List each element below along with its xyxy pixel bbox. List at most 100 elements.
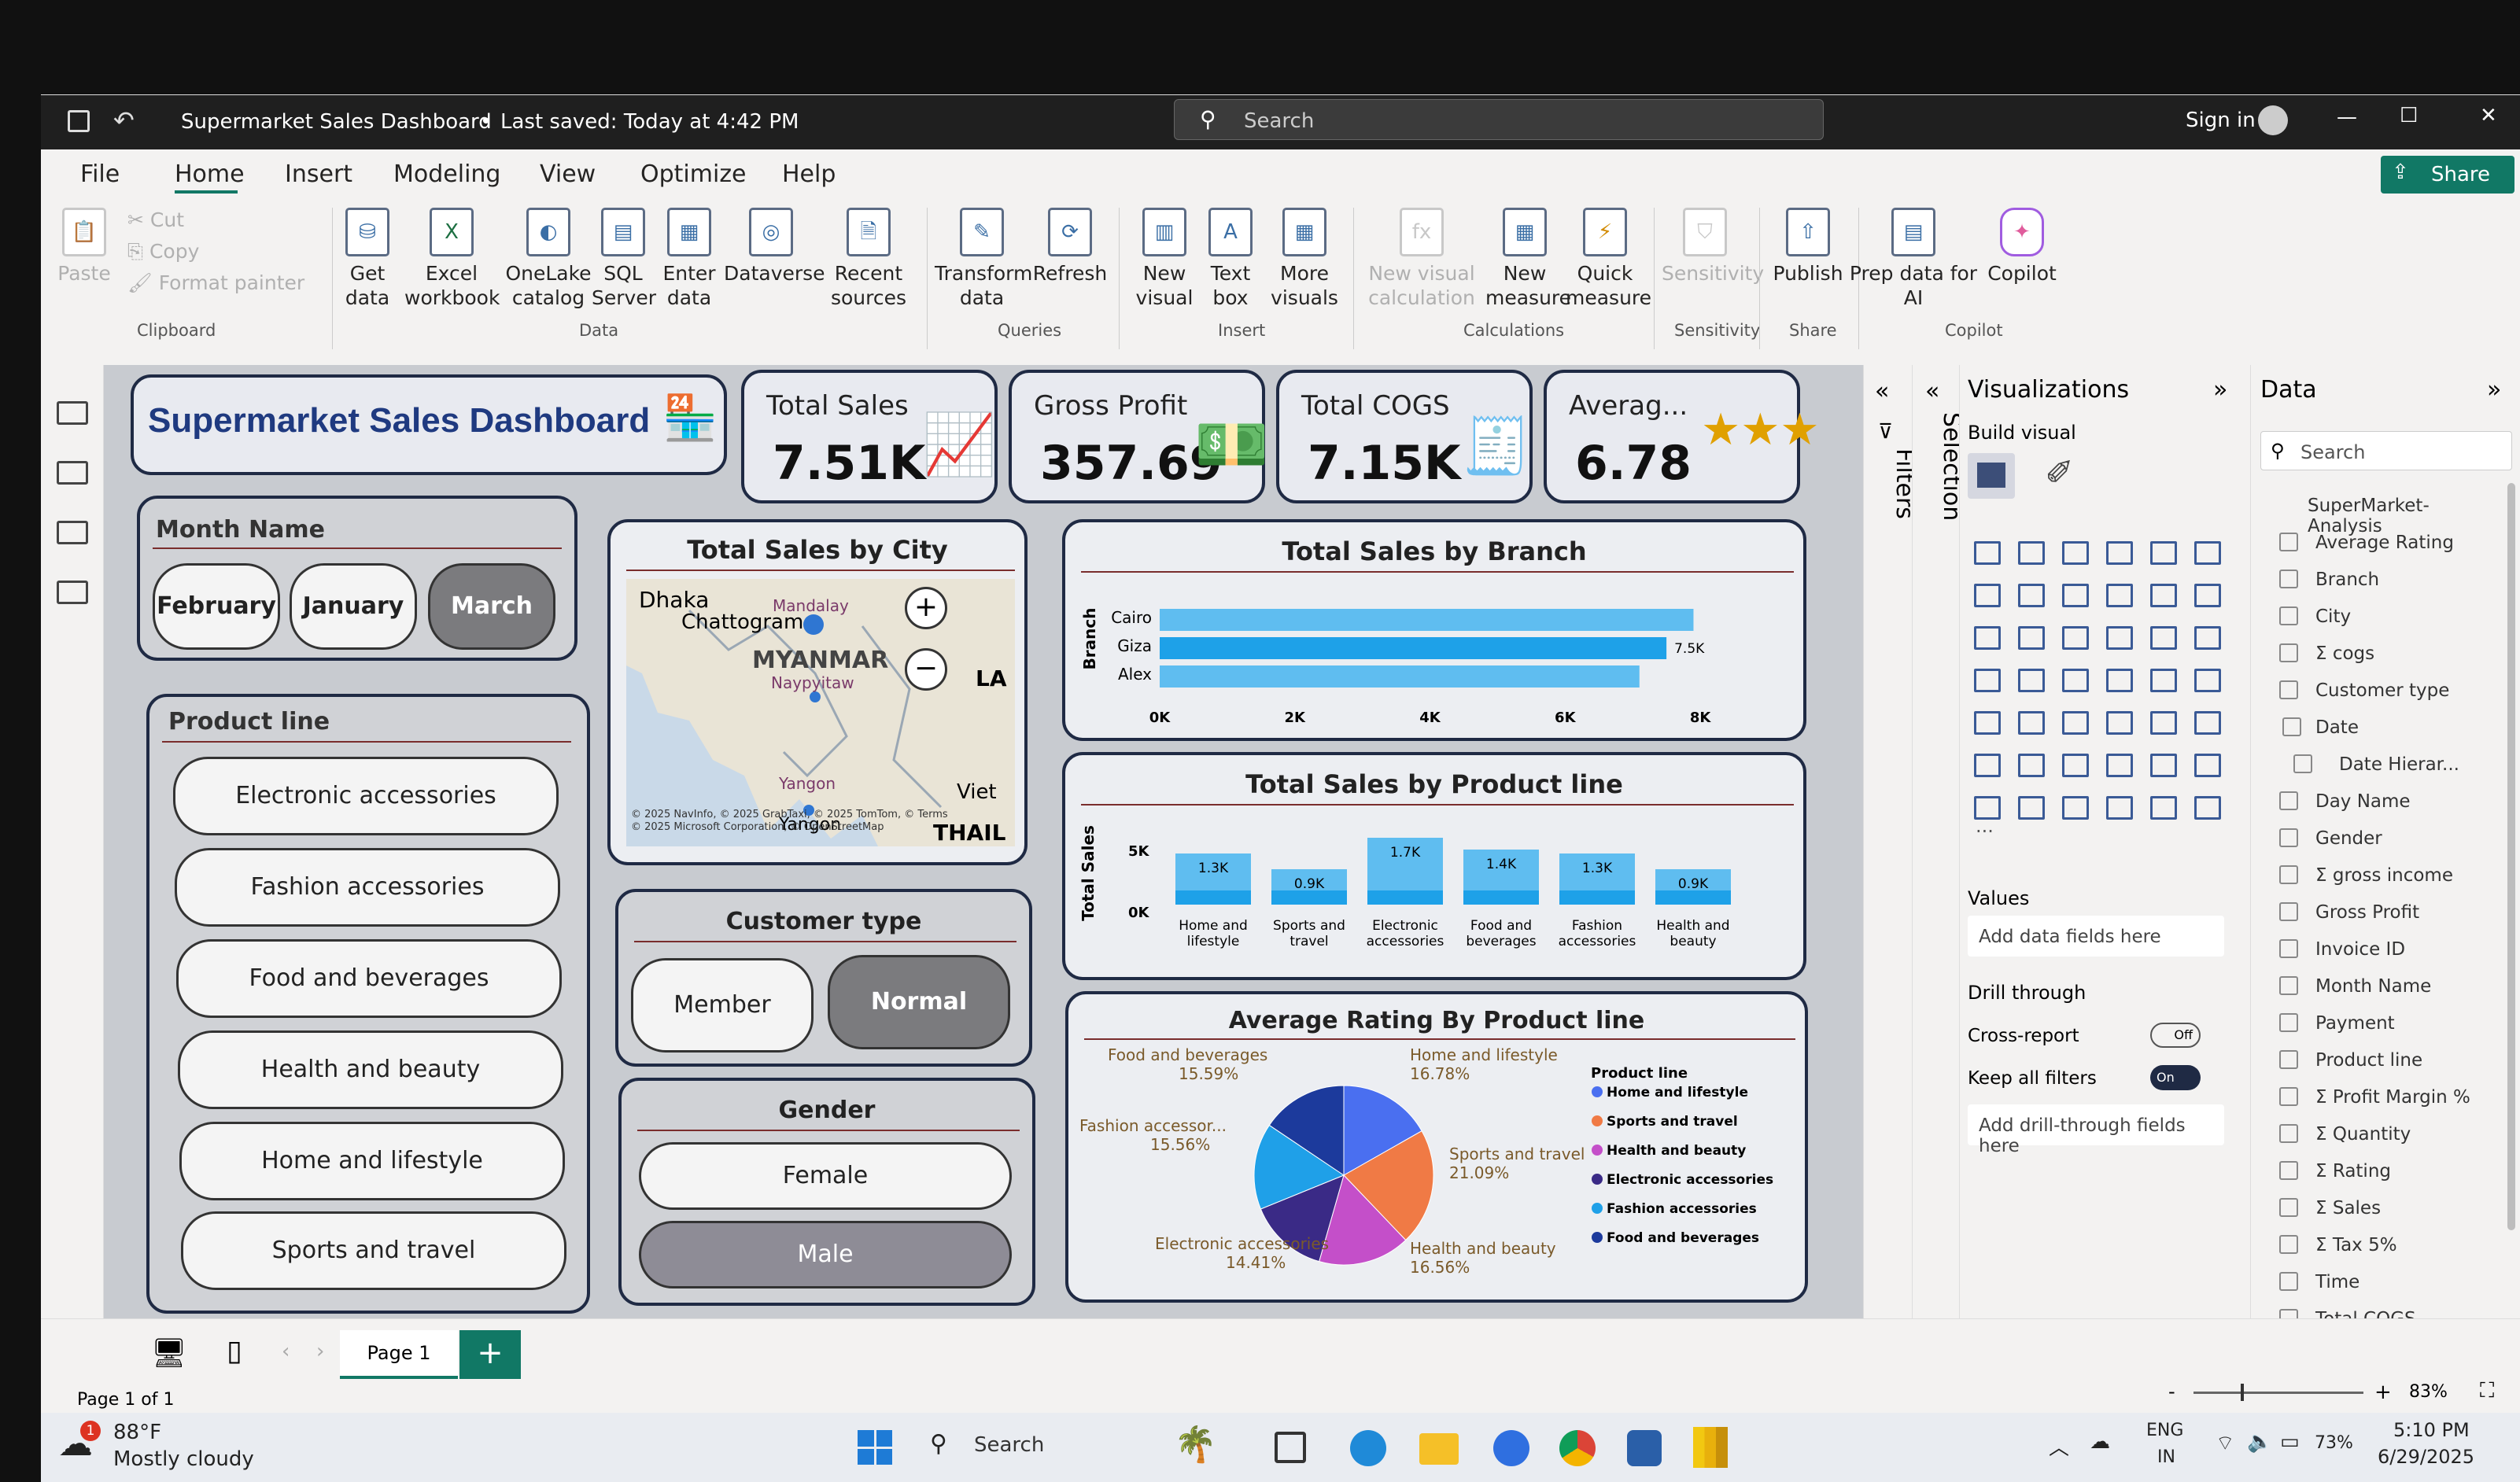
product-sports[interactable]: Sports and travel bbox=[181, 1211, 566, 1290]
field-checkbox[interactable] bbox=[2279, 1013, 2298, 1032]
field-checkbox[interactable] bbox=[2279, 1050, 2298, 1069]
month-january[interactable]: January bbox=[290, 563, 417, 650]
rating-pie-chart[interactable]: Average Rating By Product line Home and … bbox=[1065, 991, 1808, 1303]
transform-data-button[interactable]: ✎ Transform data bbox=[935, 208, 1032, 310]
menu-insert[interactable]: Insert bbox=[285, 160, 352, 188]
visual-type-icon[interactable] bbox=[2018, 541, 2045, 565]
field-checkbox[interactable] bbox=[2279, 1235, 2298, 1254]
zoom-in-icon[interactable]: + bbox=[2374, 1381, 2392, 1404]
keep-filters-toggle[interactable]: On bbox=[2150, 1065, 2201, 1090]
data-field[interactable]: Month Name bbox=[2251, 971, 2503, 1003]
enter-data-button[interactable]: ▦ Enter data bbox=[658, 208, 721, 310]
tab-page-1[interactable]: Page 1 bbox=[340, 1330, 458, 1379]
data-field[interactable]: Σ Sales bbox=[2251, 1193, 2503, 1225]
copilot-button[interactable]: ✦ Copilot bbox=[1983, 208, 2061, 286]
visual-type-icon[interactable] bbox=[2018, 626, 2045, 650]
excel-button[interactable]: X Excel workbook bbox=[404, 208, 500, 310]
map-area[interactable]: Dhaka Chattogram Mandalay MYANMAR Naypyi… bbox=[626, 579, 1015, 846]
visual-type-icon[interactable] bbox=[2062, 754, 2089, 777]
start-icon[interactable] bbox=[858, 1430, 892, 1465]
visual-type-icon[interactable] bbox=[1974, 711, 2001, 735]
file-explorer-icon[interactable] bbox=[1419, 1433, 1459, 1465]
powerbi-icon[interactable] bbox=[1693, 1427, 1728, 1468]
zoom-in-button[interactable]: + bbox=[905, 587, 947, 629]
visual-type-icon[interactable] bbox=[1974, 669, 2001, 692]
product-food[interactable]: Food and beverages bbox=[176, 939, 562, 1018]
visual-type-icon[interactable] bbox=[2106, 796, 2133, 820]
data-field[interactable]: Σ Quantity bbox=[2251, 1119, 2503, 1151]
expand-viz-icon[interactable]: » bbox=[2213, 376, 2227, 404]
next-page-icon[interactable]: › bbox=[316, 1340, 324, 1363]
data-field[interactable]: Customer type bbox=[2251, 676, 2503, 707]
data-field[interactable]: Date Hierar... bbox=[2251, 750, 2503, 781]
data-field[interactable]: City bbox=[2251, 602, 2503, 633]
visual-type-icon[interactable] bbox=[2150, 584, 2177, 607]
visual-type-icon[interactable] bbox=[2106, 626, 2133, 650]
collapse-filters-icon[interactable]: « bbox=[1875, 378, 1889, 405]
field-checkbox[interactable] bbox=[2279, 976, 2298, 995]
model-view-icon[interactable] bbox=[56, 521, 88, 544]
visual-type-icon[interactable] bbox=[1974, 754, 2001, 777]
visual-type-icon[interactable] bbox=[2062, 584, 2089, 607]
visual-type-icon[interactable] bbox=[2150, 626, 2177, 650]
menu-home[interactable]: Home bbox=[175, 160, 245, 188]
visual-type-icon[interactable] bbox=[2194, 584, 2221, 607]
visual-type-icon[interactable] bbox=[2018, 796, 2045, 820]
clock-time[interactable]: 5:10 PM bbox=[2393, 1419, 2470, 1441]
get-data-button[interactable]: ⛁ Get data bbox=[332, 208, 403, 310]
visual-type-icon[interactable] bbox=[2018, 754, 2045, 777]
field-checkbox[interactable] bbox=[2279, 1124, 2298, 1143]
data-field[interactable]: Σ Rating bbox=[2251, 1156, 2503, 1188]
quick-measure-button[interactable]: ⚡ Quick measure bbox=[1566, 208, 1651, 310]
visual-type-icon[interactable] bbox=[2018, 711, 2045, 735]
field-checkbox[interactable] bbox=[2279, 791, 2298, 810]
field-checkbox[interactable] bbox=[2293, 754, 2312, 773]
prep-data-button[interactable]: ▤ Prep data for AI bbox=[1843, 208, 1984, 310]
selection-pane[interactable]: « Selection bbox=[1912, 365, 1965, 1318]
field-checkbox[interactable] bbox=[2279, 533, 2298, 551]
gender-female[interactable]: Female bbox=[639, 1142, 1012, 1210]
menu-view[interactable]: View bbox=[540, 160, 596, 188]
data-field[interactable]: Date bbox=[2251, 713, 2503, 744]
search-box[interactable]: ⚲ Search bbox=[1174, 99, 1824, 140]
field-checkbox[interactable] bbox=[2279, 828, 2298, 847]
visual-type-icon[interactable] bbox=[2062, 541, 2089, 565]
filters-pane[interactable]: « ⊽ Filters bbox=[1863, 365, 1918, 1318]
values-well[interactable]: Add data fields here bbox=[1968, 916, 2224, 957]
gender-male[interactable]: Male bbox=[639, 1221, 1012, 1288]
undo-icon[interactable]: ↶ bbox=[113, 105, 135, 135]
visual-type-icon[interactable] bbox=[2150, 711, 2177, 735]
add-page-button[interactable]: + bbox=[459, 1330, 521, 1379]
sql-button[interactable]: ▤ SQL Server bbox=[592, 208, 656, 310]
data-field[interactable]: Gross Profit bbox=[2251, 898, 2503, 929]
visual-type-icon[interactable] bbox=[2062, 669, 2089, 692]
sensitivity-button[interactable]: ⛉ Sensitivity bbox=[1662, 208, 1764, 286]
visual-type-icon[interactable] bbox=[2150, 796, 2177, 820]
more-visuals-button[interactable]: ▦ More visuals bbox=[1265, 208, 1344, 310]
maximize-icon[interactable]: ☐ bbox=[2400, 104, 2418, 127]
network-icon[interactable]: ☁ bbox=[2090, 1430, 2110, 1454]
data-field[interactable]: Day Name bbox=[2251, 787, 2503, 818]
edge-icon[interactable] bbox=[1350, 1430, 1386, 1466]
clock-date[interactable]: 6/29/2025 bbox=[2378, 1446, 2474, 1468]
field-checkbox[interactable] bbox=[2279, 643, 2298, 662]
visual-type-icon[interactable] bbox=[2106, 711, 2133, 735]
data-field[interactable]: Invoice ID bbox=[2251, 935, 2503, 966]
expand-data-icon[interactable]: » bbox=[2487, 376, 2501, 404]
share-button[interactable]: ⇪ Share bbox=[2381, 156, 2514, 194]
visual-type-icon[interactable] bbox=[1974, 626, 2001, 650]
field-checkbox[interactable] bbox=[2279, 1087, 2298, 1106]
copy-button[interactable]: ⎘ Copy bbox=[127, 239, 316, 264]
dax-query-icon[interactable] bbox=[56, 581, 88, 604]
field-checkbox[interactable] bbox=[2279, 1161, 2298, 1180]
new-visual-button[interactable]: ▥ New visual bbox=[1125, 208, 1204, 310]
data-search-input[interactable]: ⚲ Search bbox=[2260, 431, 2512, 470]
visual-type-icon[interactable] bbox=[2194, 669, 2221, 692]
data-field[interactable]: Branch bbox=[2251, 565, 2503, 596]
collapse-selection-icon[interactable]: « bbox=[1925, 378, 1939, 405]
mobile-layout-icon[interactable]: ▯ bbox=[227, 1335, 242, 1367]
new-measure-button[interactable]: ▦ New measure bbox=[1485, 208, 1571, 310]
product-health[interactable]: Health and beauty bbox=[178, 1030, 563, 1109]
product-home[interactable]: Home and lifestyle bbox=[179, 1122, 565, 1200]
drill-through-well[interactable]: Add drill-through fields here bbox=[1968, 1104, 2224, 1156]
